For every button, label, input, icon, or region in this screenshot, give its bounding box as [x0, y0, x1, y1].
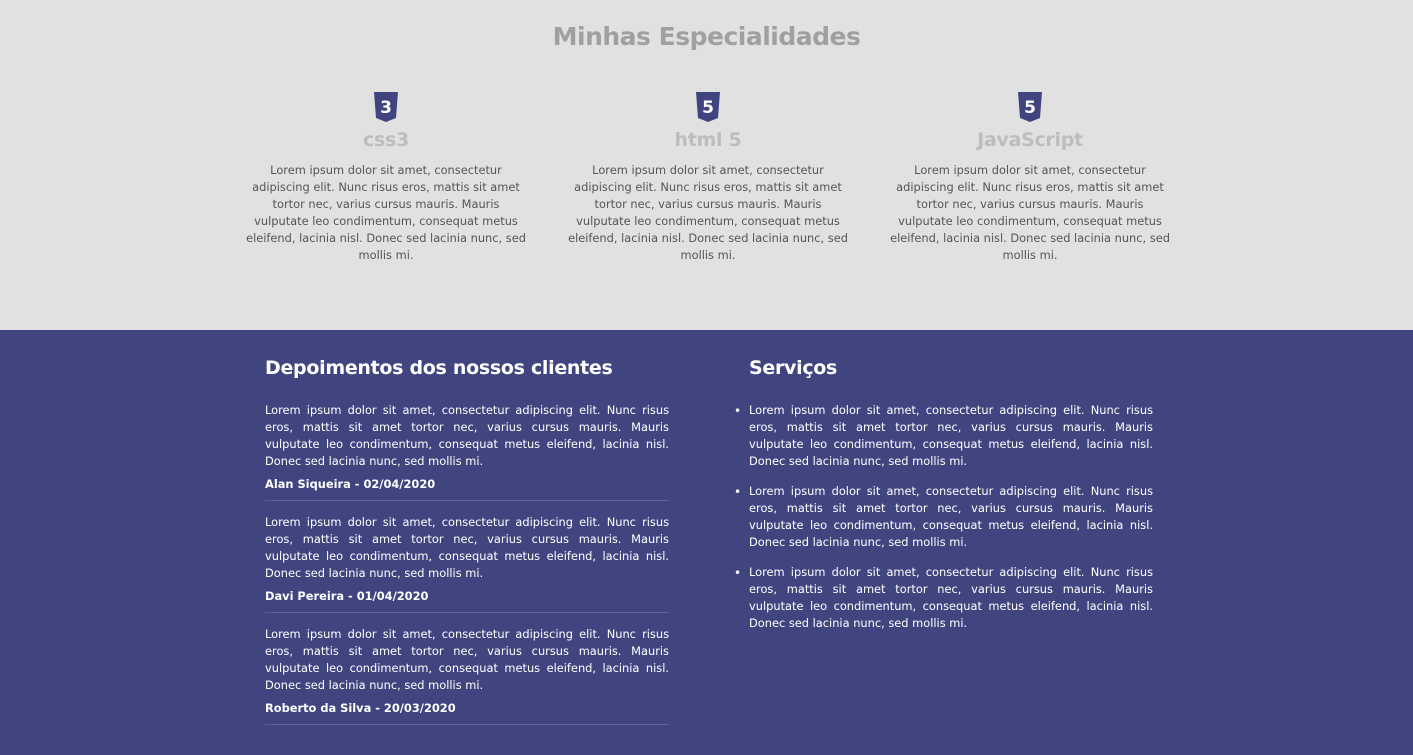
testimonials-title: Depoimentos dos nossos clientes	[265, 357, 613, 379]
services-column: Serviços • Lorem ipsum dolor sit amet, c…	[734, 330, 1153, 645]
html5-icon: 5	[696, 92, 720, 122]
testimonial-item: Lorem ipsum dolor sit amet, consectetur …	[265, 626, 669, 725]
specialty-name: html 5	[674, 129, 742, 151]
testimonial-item: Lorem ipsum dolor sit amet, consectetur …	[265, 402, 669, 501]
specialty-card-html5: 5 html 5 Lorem ipsum dolor sit amet, con…	[568, 92, 848, 264]
specialty-description: Lorem ipsum dolor sit amet, consectetur …	[246, 163, 526, 262]
service-text: Lorem ipsum dolor sit amet, consectetur …	[749, 484, 1153, 549]
html5-icon: 5	[1018, 92, 1042, 122]
testimonials-list: Lorem ipsum dolor sit amet, consectetur …	[265, 402, 669, 725]
svg-text:5: 5	[702, 98, 714, 118]
bullet-icon: •	[734, 566, 742, 580]
testimonial-author: Roberto da Silva - 20/03/2020	[265, 701, 456, 715]
service-item: • Lorem ipsum dolor sit amet, consectetu…	[734, 402, 1153, 470]
bullet-icon: •	[734, 485, 742, 499]
bullet-icon: •	[734, 404, 742, 418]
specialties-title: Minhas Especialidades	[552, 22, 861, 51]
specialty-card-javascript: 5 JavaScript Lorem ipsum dolor sit amet,…	[890, 92, 1170, 264]
specialties-section: Minhas Especialidades 3 css3 Lorem ipsum…	[0, 0, 1413, 330]
specialty-name: css3	[363, 129, 409, 151]
testimonial-author: Alan Siqueira - 02/04/2020	[265, 477, 436, 491]
service-item: • Lorem ipsum dolor sit amet, consectetu…	[734, 483, 1153, 551]
svg-text:5: 5	[1024, 98, 1036, 118]
testimonials-services-section: Depoimentos dos nossos clientes Lorem ip…	[0, 330, 1413, 755]
services-title: Serviços	[749, 357, 838, 379]
services-list: • Lorem ipsum dolor sit amet, consectetu…	[734, 402, 1153, 632]
specialty-card-css3: 3 css3 Lorem ipsum dolor sit amet, conse…	[246, 92, 526, 264]
service-text: Lorem ipsum dolor sit amet, consectetur …	[749, 403, 1153, 468]
testimonial-text: Lorem ipsum dolor sit amet, consectetur …	[265, 515, 669, 580]
testimonial-author: Davi Pereira - 01/04/2020	[265, 589, 429, 603]
specialty-description: Lorem ipsum dolor sit amet, consectetur …	[890, 163, 1170, 262]
specialty-description: Lorem ipsum dolor sit amet, consectetur …	[568, 163, 848, 262]
testimonial-text: Lorem ipsum dolor sit amet, consectetur …	[265, 403, 669, 468]
service-item: • Lorem ipsum dolor sit amet, consectetu…	[734, 564, 1153, 632]
testimonial-item: Lorem ipsum dolor sit amet, consectetur …	[265, 514, 669, 613]
testimonials-column: Depoimentos dos nossos clientes Lorem ip…	[265, 330, 669, 738]
css3-icon: 3	[374, 92, 398, 122]
service-text: Lorem ipsum dolor sit amet, consectetur …	[749, 565, 1153, 630]
specialty-name: JavaScript	[977, 129, 1083, 151]
testimonial-text: Lorem ipsum dolor sit amet, consectetur …	[265, 627, 669, 692]
svg-text:3: 3	[380, 98, 392, 118]
